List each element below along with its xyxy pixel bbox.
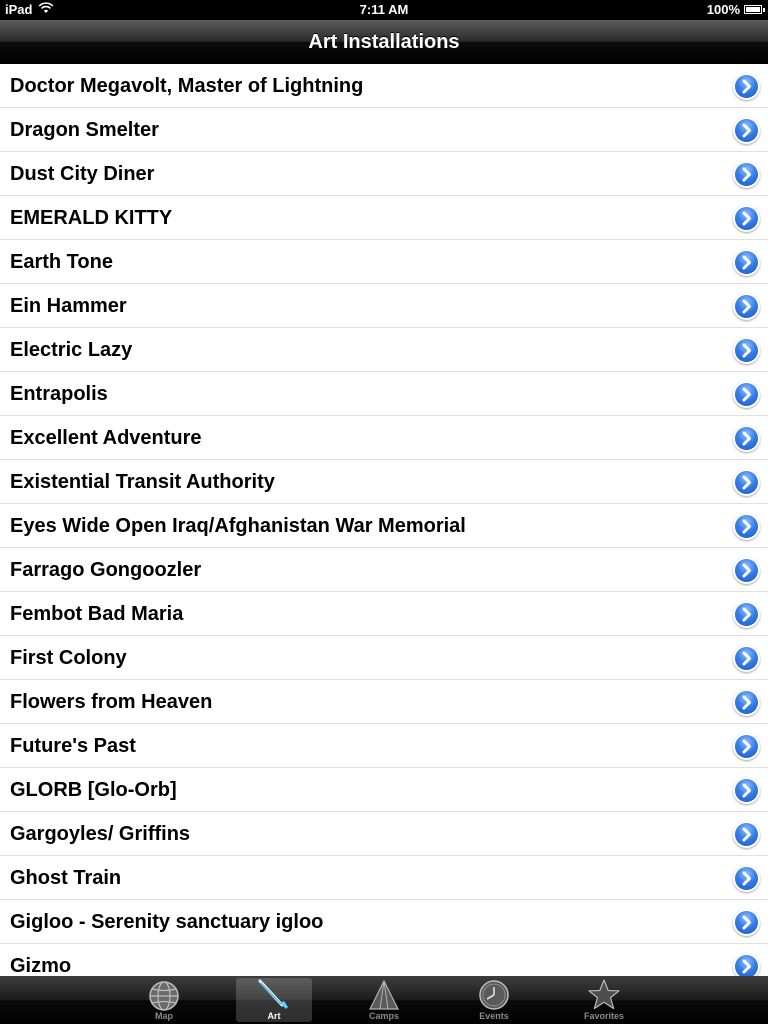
battery-icon	[744, 5, 765, 14]
list-item[interactable]: Ghost Train	[0, 856, 768, 900]
status-time: 7:11 AM	[359, 2, 409, 17]
list-item-label: Existential Transit Authority	[10, 471, 275, 493]
list-item-label: Future's Past	[10, 735, 136, 757]
list-item-label: GLORB [Glo-Orb]	[10, 779, 177, 801]
list-item-label: Flowers from Heaven	[10, 691, 213, 713]
list-item-label: Farrago Gongoozler	[10, 559, 202, 581]
detail-disclosure-icon[interactable]	[735, 75, 758, 98]
list-item[interactable]: Farrago Gongoozler	[0, 548, 768, 592]
list-item[interactable]: Flowers from Heaven	[0, 680, 768, 724]
list-item-label: Dragon Smelter	[10, 119, 159, 141]
detail-disclosure-icon[interactable]	[735, 471, 758, 494]
list-item[interactable]: Excellent Adventure	[0, 416, 768, 460]
detail-disclosure-icon[interactable]	[735, 295, 758, 318]
detail-disclosure-icon[interactable]	[735, 735, 758, 758]
paintbrush-icon	[254, 979, 294, 1011]
status-bar: iPad 7:11 AM 100%	[0, 0, 768, 20]
battery-percent: 100%	[706, 2, 740, 17]
list-item-label: Gizmo	[10, 955, 72, 976]
art-installations-list[interactable]: Doctor Megavolt, Master of Lightning Drag…	[0, 64, 768, 976]
list-item[interactable]: Dust City Diner	[0, 152, 768, 196]
list-item-label: Ghost Train	[10, 867, 122, 889]
detail-disclosure-icon[interactable]	[735, 559, 758, 582]
list-item-label: Doctor Megavolt, Master of Lightning	[10, 75, 364, 97]
detail-disclosure-icon[interactable]	[735, 647, 758, 670]
tent-icon	[364, 979, 404, 1011]
detail-disclosure-icon[interactable]	[735, 119, 758, 142]
tab-label: Favorites	[583, 1011, 625, 1021]
list-item-label: Electric Lazy	[10, 339, 133, 361]
list-item[interactable]: Gargoyles/ Griffins	[0, 812, 768, 856]
detail-disclosure-icon[interactable]	[735, 691, 758, 714]
tab-label: Camps	[368, 1011, 399, 1021]
list-item-label: Entrapolis	[10, 383, 108, 405]
tab-art[interactable]: Art	[236, 978, 312, 1022]
detail-disclosure-icon[interactable]	[735, 867, 758, 890]
list-item[interactable]: Future's Past	[0, 724, 768, 768]
detail-disclosure-icon[interactable]	[735, 779, 758, 802]
list-item[interactable]: GLORB [Glo-Orb]	[0, 768, 768, 812]
tab-events[interactable]: Events	[456, 978, 532, 1022]
list-item[interactable]: Electric Lazy	[0, 328, 768, 372]
detail-disclosure-icon[interactable]	[735, 603, 758, 626]
list-item-label: Ein Hammer	[10, 295, 127, 317]
list-item-label: Eyes Wide Open Iraq/Afghanistan War Memo…	[10, 515, 466, 537]
list-item[interactable]: Gigloo - Serenity sanctuary igloo	[0, 900, 768, 944]
tab-label: Art	[267, 1011, 281, 1021]
list-item[interactable]: Fembot Bad Maria	[0, 592, 768, 636]
detail-disclosure-icon[interactable]	[735, 251, 758, 274]
detail-disclosure-icon[interactable]	[735, 955, 758, 976]
list-item-label: Gargoyles/ Griffins	[10, 823, 191, 845]
navigation-bar: Art Installations	[0, 20, 768, 64]
detail-disclosure-icon[interactable]	[735, 207, 758, 230]
clock-icon	[474, 979, 514, 1011]
page-title: Art Installations	[308, 31, 460, 53]
tab-label: Events	[479, 1011, 509, 1021]
globe-icon	[144, 979, 184, 1011]
list-item[interactable]: Doctor Megavolt, Master of Lightning	[0, 64, 768, 108]
detail-disclosure-icon[interactable]	[735, 427, 758, 450]
list-item-label: Excellent Adventure	[10, 427, 202, 449]
detail-disclosure-icon[interactable]	[735, 911, 758, 934]
list-item[interactable]: EMERALD KITTY	[0, 196, 768, 240]
list-item-label: Gigloo - Serenity sanctuary igloo	[10, 911, 324, 933]
tab-map[interactable]: Map	[126, 978, 202, 1022]
tab-favorites[interactable]: Favorites	[566, 978, 642, 1022]
detail-disclosure-icon[interactable]	[735, 339, 758, 362]
detail-disclosure-icon[interactable]	[735, 823, 758, 846]
list-item[interactable]: Dragon Smelter	[0, 108, 768, 152]
list-item-label: Fembot Bad Maria	[10, 603, 184, 625]
star-icon	[584, 979, 624, 1011]
list-item[interactable]: First Colony	[0, 636, 768, 680]
list-item[interactable]: Existential Transit Authority	[0, 460, 768, 504]
list-item-label: EMERALD KITTY	[10, 207, 173, 229]
list-item-label: Dust City Diner	[10, 163, 155, 185]
tab-bar: Map Art Camps Events Favorites	[0, 976, 768, 1024]
list-item[interactable]: Eyes Wide Open Iraq/Afghanistan War Memo…	[0, 504, 768, 548]
list-item[interactable]: Gizmo	[0, 944, 768, 976]
list-item-label: Earth Tone	[10, 251, 113, 273]
battery-group: 100%	[706, 2, 765, 17]
detail-disclosure-icon[interactable]	[735, 383, 758, 406]
list-item[interactable]: Earth Tone	[0, 240, 768, 284]
detail-disclosure-icon[interactable]	[735, 515, 758, 538]
tab-label: Map	[155, 1011, 173, 1021]
tab-camps[interactable]: Camps	[346, 978, 422, 1022]
list-item[interactable]: Entrapolis	[0, 372, 768, 416]
list-item-label: First Colony	[10, 647, 127, 669]
list-item[interactable]: Ein Hammer	[0, 284, 768, 328]
detail-disclosure-icon[interactable]	[735, 163, 758, 186]
